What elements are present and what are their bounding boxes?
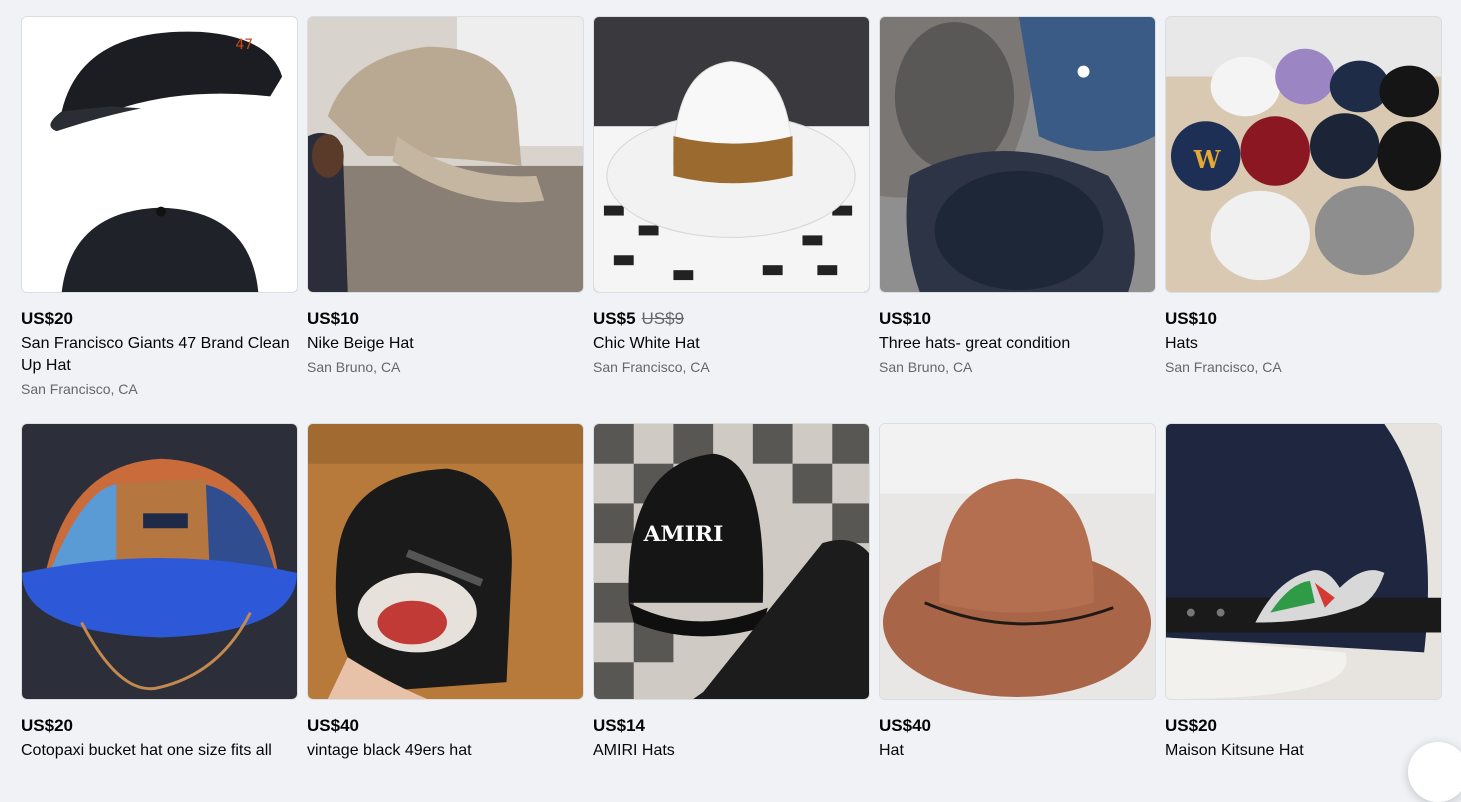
listing-title: Nike Beige Hat [307, 335, 414, 352]
marketplace-grid: 47 US$20 San Francisco Giants 47 Brand C… [21, 16, 1442, 762]
listing-location: San Francisco, CA [21, 381, 138, 397]
listing-location: San Bruno, CA [879, 359, 973, 375]
listing-card[interactable]: W US$10 Hats San Francisco, CA [1165, 16, 1442, 423]
listing-image[interactable] [879, 423, 1156, 700]
listing-title: San Francisco Giants 47 Brand Clean Up H… [21, 335, 290, 374]
listing-title: Maison Kitsune Hat [1165, 742, 1304, 759]
listing-title: Three hats- great condition [879, 335, 1071, 352]
listing-title: Hat [879, 742, 904, 759]
listing-price: US$20 [21, 309, 73, 328]
listing-price: US$10 [879, 309, 931, 328]
listing-card[interactable]: AMIRI US$14 AMIRI Hats [593, 423, 870, 762]
listing-price: US$10 [307, 309, 359, 328]
listing-card[interactable]: US$40 Hat [879, 423, 1156, 762]
listing-card[interactable]: US$5 US$9 Chic White Hat San Francisco, C… [593, 16, 870, 423]
listing-price: US$14 [593, 716, 645, 735]
amiri-logo-text: AMIRI [643, 521, 724, 547]
listing-price: US$20 [1165, 716, 1217, 735]
listing-image[interactable] [307, 423, 584, 700]
listing-title: Cotopaxi bucket hat one size fits all [21, 742, 272, 759]
listing-location: San Bruno, CA [307, 359, 401, 375]
listing-title: Chic White Hat [593, 335, 700, 352]
svg-text:W: W [1193, 146, 1222, 174]
listing-image[interactable]: AMIRI [593, 423, 870, 700]
listing-image[interactable] [1165, 423, 1442, 700]
listing-card[interactable]: US$20 Maison Kitsune Hat [1165, 423, 1442, 762]
listing-card[interactable]: US$10 Three hats- great condition San Br… [879, 16, 1156, 423]
listing-title: Hats [1165, 335, 1198, 352]
listing-location: San Francisco, CA [1165, 359, 1282, 375]
listing-title: AMIRI Hats [593, 742, 675, 759]
listing-price: US$40 [307, 716, 359, 735]
listing-card[interactable]: US$40 vintage black 49ers hat [307, 423, 584, 762]
listing-original-price: US$9 [641, 309, 685, 328]
messenger-button[interactable] [1408, 742, 1461, 802]
svg-text:47: 47 [235, 37, 253, 53]
listing-image[interactable] [879, 16, 1156, 293]
listing-image[interactable]: 47 [21, 16, 298, 293]
listing-image[interactable] [307, 16, 584, 293]
listing-image[interactable] [593, 16, 870, 293]
listing-card[interactable]: 47 US$20 San Francisco Giants 47 Brand C… [21, 16, 298, 423]
listing-location: San Francisco, CA [593, 359, 710, 375]
listing-card[interactable]: US$20 Cotopaxi bucket hat one size fits … [21, 423, 298, 762]
listing-image[interactable]: W [1165, 16, 1442, 293]
listing-price: US$40 [879, 716, 931, 735]
listing-image[interactable] [21, 423, 298, 700]
listing-card[interactable]: US$10 Nike Beige Hat San Bruno, CA [307, 16, 584, 423]
listing-price: US$5 [593, 309, 636, 328]
listing-price: US$10 [1165, 309, 1217, 328]
listing-title: vintage black 49ers hat [307, 742, 472, 759]
listing-price: US$20 [21, 716, 73, 735]
